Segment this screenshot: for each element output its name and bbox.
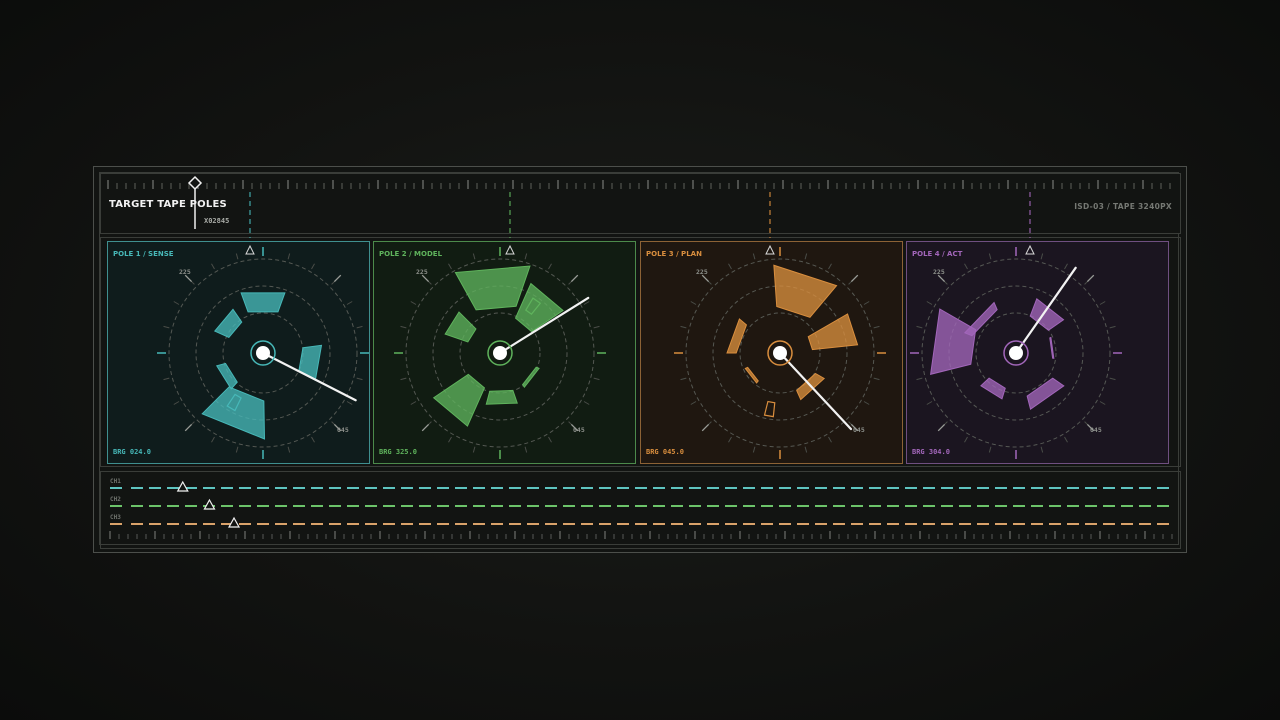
channel-label-1: CH1 [110, 478, 121, 485]
pole-label: POLE 3 / PLAN [646, 250, 702, 258]
page-title: TARGET TAPE POLES [109, 199, 227, 210]
pole-panel-sense[interactable]: POLE 1 / SENSE BRG 024.0 225 045 [107, 241, 370, 464]
pole-panel-model[interactable]: POLE 2 / MODEL BRG 325.0 225 045 [373, 241, 636, 464]
channel-label-3: CH3 [110, 514, 121, 521]
tick-label-045: 045 [337, 426, 349, 434]
channel-strip [100, 471, 1181, 549]
pole-label: POLE 2 / MODEL [379, 250, 443, 258]
cursor-readout: X02845 [204, 217, 230, 225]
tick-label-045: 045 [1090, 426, 1102, 434]
tick-label-045: 045 [853, 426, 865, 434]
pole-bearing: BRG 024.0 [113, 448, 151, 456]
tick-label-225: 225 [416, 268, 428, 276]
pole-label: POLE 1 / SENSE [113, 250, 174, 258]
pole-panel-act[interactable]: POLE 4 / ACT BRG 304.0 225 045 [906, 241, 1169, 464]
tick-label-225: 225 [933, 268, 945, 276]
tick-label-225: 225 [179, 268, 191, 276]
pole-panel-plan[interactable]: POLE 3 / PLAN BRG 045.0 225 045 [640, 241, 903, 464]
pole-bearing: BRG 045.0 [646, 448, 684, 456]
tape-id-label: ISD-03 / TAPE 3240PX [1074, 202, 1172, 211]
pole-bearing: BRG 325.0 [379, 448, 417, 456]
tape-header [100, 173, 1181, 234]
pole-bearing: BRG 304.0 [912, 448, 950, 456]
tick-label-225: 225 [696, 268, 708, 276]
tick-label-045: 045 [573, 426, 585, 434]
channel-label-2: CH2 [110, 496, 121, 503]
pole-label: POLE 4 / ACT [912, 250, 963, 258]
